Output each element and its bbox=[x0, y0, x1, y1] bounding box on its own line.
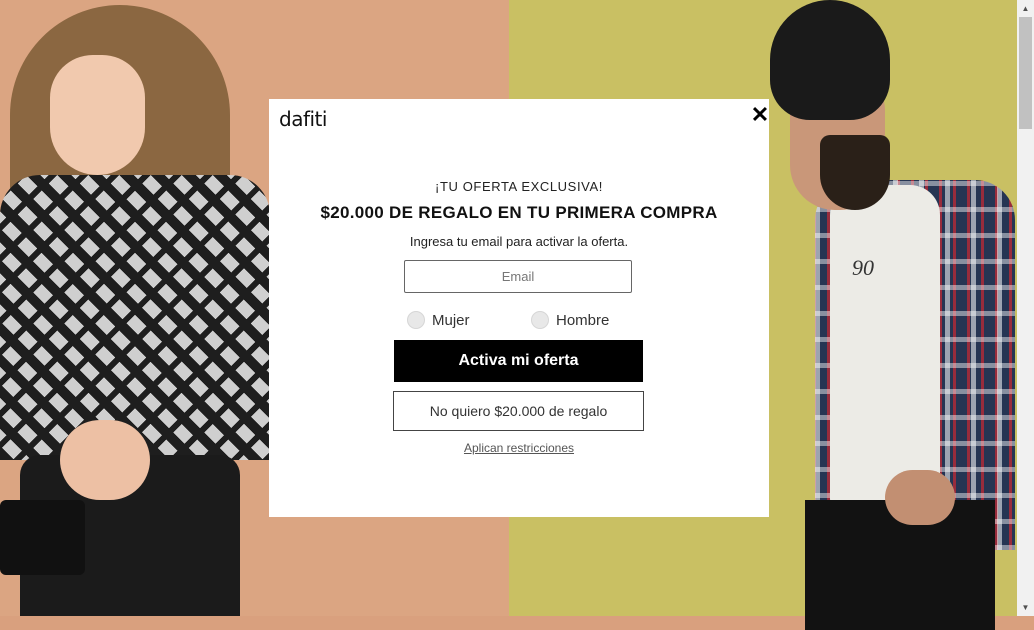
offer-subtext: Ingresa tu email para activar la oferta. bbox=[409, 234, 629, 249]
restrictions-link[interactable]: Aplican restricciones bbox=[269, 441, 769, 455]
dafiti-logo: dafiti bbox=[279, 107, 327, 131]
radio-label-mujer: Mujer bbox=[432, 311, 470, 329]
activate-offer-button[interactable]: Activa mi oferta bbox=[394, 340, 643, 382]
newsletter-offer-modal: dafiti ✕ ¡TU OFERTA EXCLUSIVA! $20.000 D… bbox=[269, 99, 769, 517]
page-scrollbar[interactable]: ▲ ▼ bbox=[1017, 0, 1034, 616]
radio-label-hombre: Hombre bbox=[556, 311, 610, 329]
gender-radio-mujer[interactable]: Mujer bbox=[407, 309, 470, 331]
model-woman-face bbox=[50, 55, 145, 175]
email-field[interactable] bbox=[404, 260, 632, 293]
model-woman-houndstooth-top bbox=[0, 175, 270, 460]
scroll-up-arrow-icon[interactable]: ▲ bbox=[1017, 0, 1034, 17]
radio-button-hombre[interactable] bbox=[531, 311, 549, 329]
scroll-thumb[interactable] bbox=[1019, 17, 1032, 129]
decline-offer-button[interactable]: No quiero $20.000 de regalo bbox=[393, 391, 644, 431]
model-man-beard bbox=[820, 135, 890, 210]
scroll-down-arrow-icon[interactable]: ▼ bbox=[1017, 599, 1034, 616]
radio-button-mujer[interactable] bbox=[407, 311, 425, 329]
offer-eyebrow: ¡TU OFERTA EXCLUSIVA! bbox=[435, 179, 603, 194]
offer-headline: $20.000 DE REGALO EN TU PRIMERA COMPRA bbox=[320, 203, 718, 222]
model-woman-hands bbox=[60, 420, 150, 500]
model-man-hair bbox=[770, 0, 890, 120]
close-icon[interactable]: ✕ bbox=[750, 104, 770, 126]
model-man-tshirt-print: 90 bbox=[852, 255, 874, 280]
model-man-tshirt bbox=[830, 185, 940, 505]
model-woman-handbag bbox=[0, 500, 85, 575]
gender-radio-hombre[interactable]: Hombre bbox=[531, 309, 609, 331]
model-man-hand bbox=[885, 470, 955, 525]
